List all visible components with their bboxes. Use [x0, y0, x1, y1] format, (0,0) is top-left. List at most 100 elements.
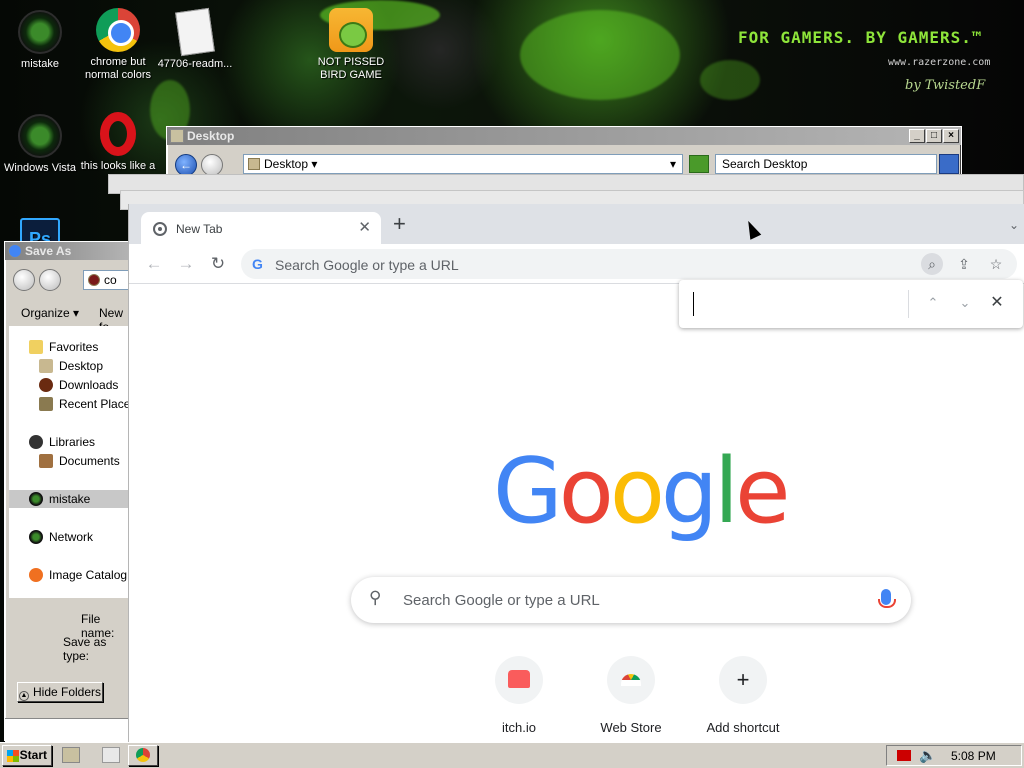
tree-item-favorites[interactable]: Favorites [29, 338, 98, 356]
plus-icon: + [719, 656, 767, 704]
share-icon[interactable]: ⇪ [953, 253, 975, 275]
bookmark-star-icon[interactable]: ☆ [985, 253, 1007, 275]
tree-label: Favorites [49, 340, 99, 354]
volume-icon[interactable]: 🔈 [919, 747, 936, 764]
back-arrow-icon[interactable] [13, 269, 35, 291]
recent-places-icon [39, 397, 53, 411]
minimize-button[interactable]: _ [909, 129, 925, 143]
chrome-icon [96, 8, 140, 52]
razer-small-icon [88, 274, 100, 286]
close-button[interactable]: × [943, 129, 959, 143]
explorer-search-input[interactable]: Search Desktop [715, 154, 937, 174]
quick-launch-icon[interactable] [102, 747, 120, 763]
desktop-icon-label: Windows Vista [4, 162, 76, 174]
omnibox-placeholder: Search Google or type a URL [275, 257, 459, 273]
find-bar: ⌃ ⌄ ✕ [679, 280, 1023, 328]
save-as-nav: co [9, 266, 143, 294]
organize-button[interactable]: Organize ▾ [21, 306, 79, 320]
windows-flag-icon [7, 750, 19, 762]
forward-arrow-icon[interactable] [39, 269, 61, 291]
save-as-titlebar[interactable]: Save As [5, 242, 133, 260]
save-type-label: Save as type: [63, 635, 107, 663]
shortcut-add[interactable]: + Add shortcut [687, 656, 799, 735]
explorer-address-bar[interactable]: Desktop ▾ ▾ [243, 154, 683, 174]
desktop-icon-opera[interactable]: this looks like a [78, 112, 158, 173]
address-text: Desktop [264, 157, 309, 171]
address-text: co [104, 273, 117, 287]
forward-arrow-icon[interactable]: → [175, 253, 197, 275]
explorer-title: Desktop [187, 129, 235, 143]
document-icon [175, 7, 215, 57]
reload-icon[interactable]: ↻ [207, 253, 229, 275]
chevron-down-icon[interactable]: ⌄ [955, 293, 975, 313]
search-icon[interactable] [939, 154, 959, 174]
tree-item-image-catalog[interactable]: Image Catalog [29, 566, 127, 584]
desktop-icon-label: this looks like a [80, 160, 156, 172]
desktop-icon-vista[interactable]: Windows Vista [0, 114, 80, 175]
ntp-search-box[interactable]: ⚲ Search Google or type a URL [351, 577, 911, 623]
tree-item-downloads[interactable]: Downloads [39, 376, 118, 394]
tree-item-documents[interactable]: Documents [39, 452, 120, 470]
desktop-icon-mistake[interactable]: mistake [0, 10, 80, 71]
tray-app-icon[interactable] [897, 750, 911, 761]
tree-label: Network [49, 530, 94, 544]
desktop-icon-label: 47706-readm... [157, 58, 233, 70]
google-logo-letter: e [735, 439, 790, 544]
forward-arrow-icon[interactable] [201, 154, 223, 176]
razer-icon [29, 492, 43, 506]
tree-label: Downloads [59, 378, 119, 392]
shortcut-tile [495, 656, 543, 704]
shortcut-itch[interactable]: itch.io [463, 656, 575, 735]
tree-label: Desktop [59, 359, 104, 373]
zoom-lens-icon[interactable]: ⌕ [921, 253, 943, 275]
maximize-button[interactable]: □ [926, 129, 942, 143]
tree-label: Recent Places [59, 397, 137, 411]
shortcut-label: Add shortcut [706, 720, 780, 735]
search-placeholder: Search Desktop [722, 157, 808, 171]
chevron-up-icon: ▲ [18, 691, 29, 701]
folder-icon [170, 129, 184, 143]
tree-item-network[interactable]: Network [29, 528, 93, 546]
new-tab-plus-icon[interactable]: + [393, 213, 406, 235]
desktop-icon-chrome[interactable]: chrome but normal colors [78, 8, 158, 82]
close-icon[interactable]: ✕ [358, 218, 371, 236]
taskbar-chrome-button[interactable] [128, 745, 158, 766]
find-input[interactable] [693, 292, 903, 316]
tab-new-tab[interactable]: New Tab ✕ [141, 212, 381, 244]
refresh-icon[interactable] [689, 155, 709, 173]
tree-label: Image Catalog [49, 568, 128, 582]
chrome-icon [136, 748, 150, 762]
close-icon[interactable]: ✕ [987, 293, 1007, 313]
tree-item-mistake[interactable]: mistake [9, 490, 133, 508]
desktop-small-icon [248, 158, 260, 170]
chevron-down-icon[interactable]: ⌄ [1009, 218, 1019, 232]
documents-icon [39, 454, 53, 468]
explorer-titlebar[interactable]: Desktop _ □ × [167, 127, 961, 145]
desktop-icon-bird-game[interactable]: NOT PISSED BIRD GAME [311, 8, 391, 82]
chrome-favicon-icon [153, 222, 167, 236]
clock: 5:08 PM [951, 749, 996, 763]
tree-item-desktop[interactable]: Desktop [39, 357, 103, 375]
search-icon: ⚲ [369, 588, 382, 607]
show-desktop-icon[interactable] [62, 747, 80, 763]
taskbar: Start 🔈 5:08 PM [0, 742, 1024, 768]
hide-folders-button[interactable]: ▲ Hide Folders [17, 682, 103, 702]
folder-tree: Favorites Desktop Downloads Recent Place… [9, 326, 136, 598]
opera-icon [100, 112, 136, 156]
tree-item-recent-places[interactable]: Recent Places [39, 395, 136, 413]
omnibox[interactable]: G Search Google or type a URL ⌕ ⇪ ☆ [241, 249, 1017, 279]
back-arrow-icon[interactable]: ← [175, 154, 197, 176]
itch-icon [508, 670, 530, 688]
chevron-up-icon[interactable]: ⌃ [923, 293, 943, 313]
desktop-icon-readme[interactable]: 47706-readm... [155, 7, 235, 71]
chrome-small-icon [8, 244, 22, 258]
start-button[interactable]: Start [2, 745, 52, 766]
tree-item-libraries[interactable]: Libraries [29, 433, 95, 451]
chevron-down-icon[interactable]: ▾ [670, 155, 676, 173]
razer-icon [18, 114, 62, 158]
divider [908, 290, 909, 318]
desktop-small-icon [39, 359, 53, 373]
back-arrow-icon[interactable]: ← [143, 253, 165, 275]
microphone-icon[interactable] [878, 589, 896, 608]
shortcut-web-store[interactable]: Web Store [575, 656, 687, 735]
